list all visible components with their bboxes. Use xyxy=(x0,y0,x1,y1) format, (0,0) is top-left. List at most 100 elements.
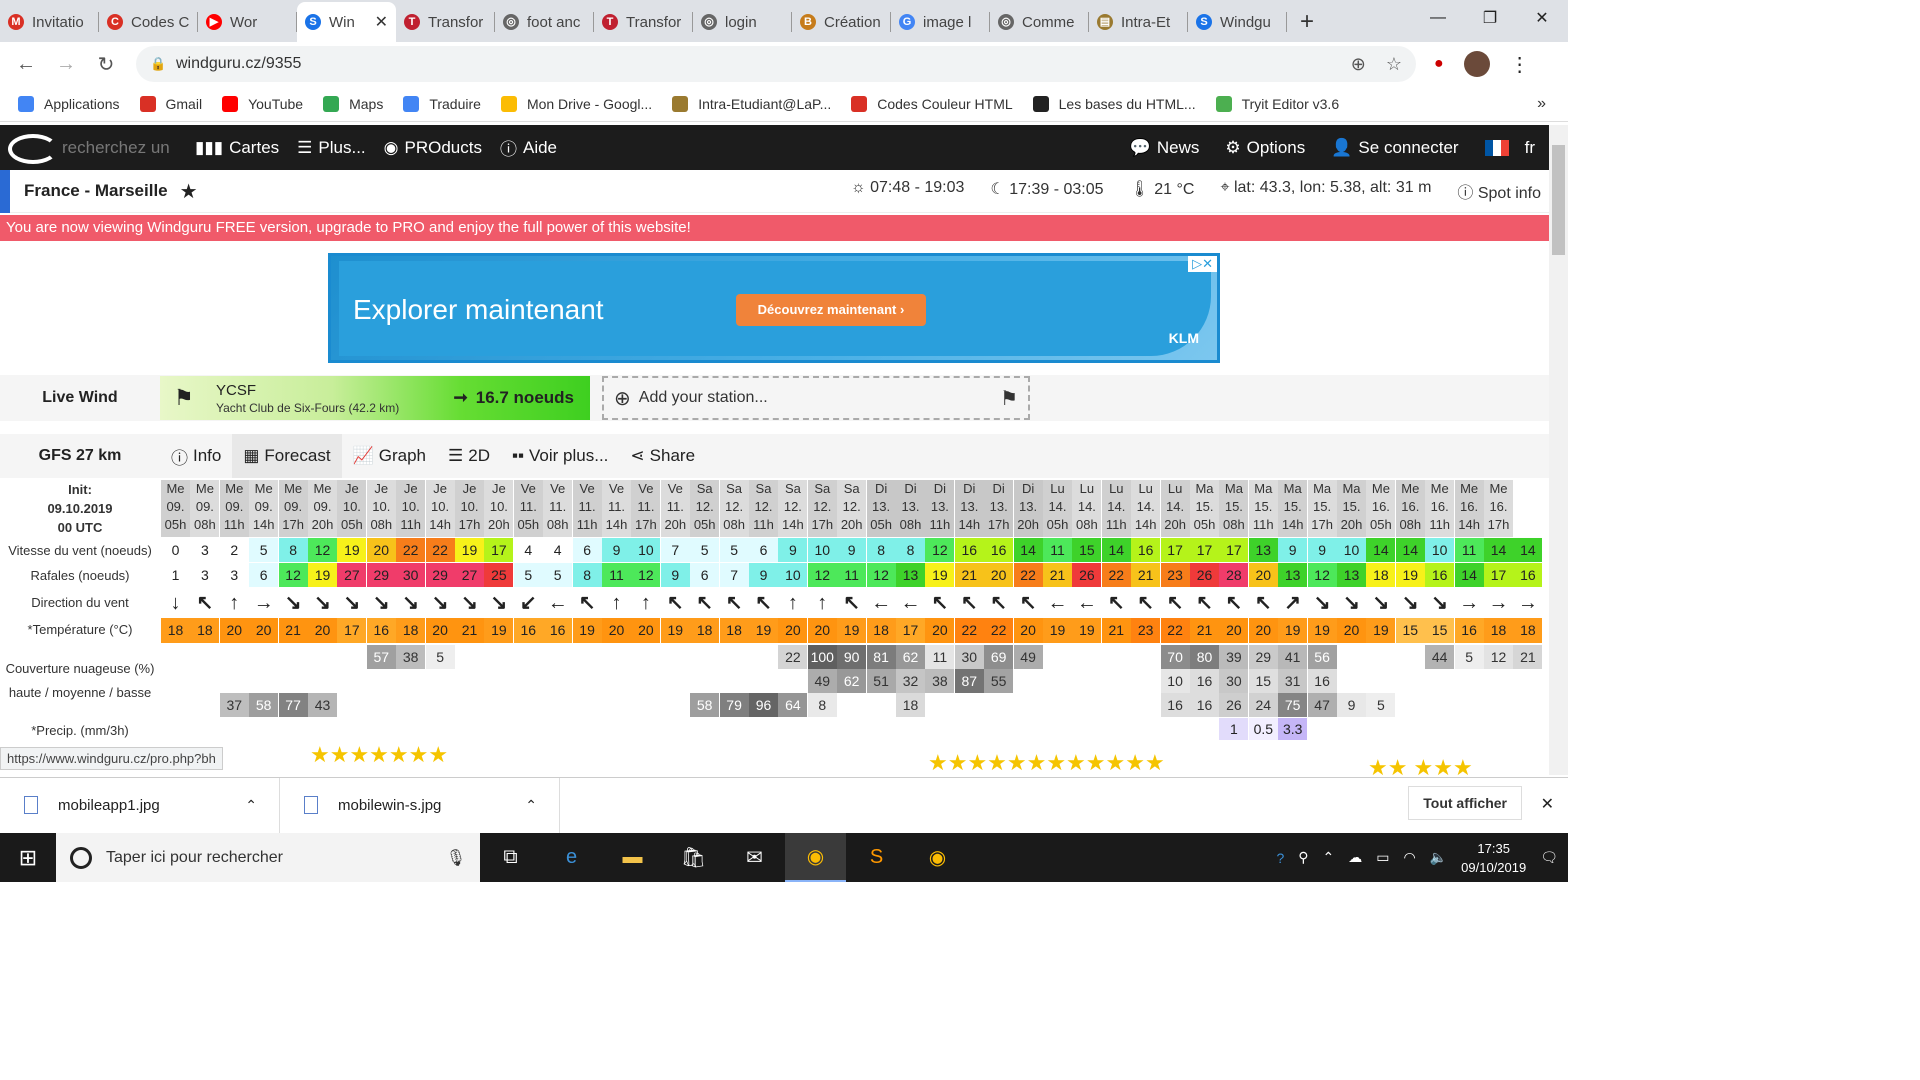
tab-more[interactable]: ▪▪ Voir plus... xyxy=(501,434,619,478)
browser-tab[interactable]: ◎ foot anc xyxy=(495,2,594,42)
store-icon[interactable]: 🛍 xyxy=(663,833,724,882)
precip-cell xyxy=(190,718,219,740)
extension-icon[interactable]: ● xyxy=(1434,55,1444,73)
task-view-icon[interactable]: ⧉ xyxy=(480,833,541,882)
bookmark-item[interactable]: Maps xyxy=(323,95,383,112)
bookmark-item[interactable]: Intra-Etudiant@LaP... xyxy=(672,95,831,112)
wind-gust-cell: 27 xyxy=(337,563,367,587)
tab-info[interactable]: ⓘ Info xyxy=(160,434,232,478)
new-tab-button[interactable]: + xyxy=(1287,2,1327,42)
bookmark-item[interactable]: Mon Drive - Googl... xyxy=(500,95,652,112)
browser-tab[interactable]: C Codes C xyxy=(99,2,198,42)
browser-tab[interactable]: ▶ Wor xyxy=(198,2,297,42)
avatar[interactable] xyxy=(1463,51,1490,77)
clock[interactable]: 17:35 09/10/2019 xyxy=(1461,839,1526,877)
sublime-icon[interactable]: S xyxy=(846,833,907,882)
microphone-icon[interactable]: 🎙 xyxy=(446,848,466,868)
tab-share[interactable]: ⋖ Share xyxy=(619,434,706,478)
cloud-icon[interactable]: ☁ xyxy=(1348,849,1362,866)
favorite-star-icon[interactable]: ★ xyxy=(180,179,198,204)
chrome-icon[interactable]: ◉ xyxy=(785,833,846,882)
bookmark-item[interactable]: YouTube xyxy=(222,95,303,112)
spot-search-input[interactable]: recherchez un xyxy=(62,138,177,158)
add-icon[interactable]: ⊕ xyxy=(1351,54,1366,75)
chevron-up-icon[interactable]: ⌃ xyxy=(245,797,257,814)
live-station-card[interactable]: ⚑ YCSF Yacht Club de Six-Fours (42.2 km)… xyxy=(160,376,590,420)
add-station-button[interactable]: ⊕ Add your station... ⚑ xyxy=(602,376,1030,420)
bookmark-item[interactable]: Traduire xyxy=(403,95,481,112)
wind-speed-cell: 12 xyxy=(925,538,955,562)
bookmark-item[interactable]: Codes Couleur HTML xyxy=(851,95,1013,112)
volume-icon[interactable]: 🔈 xyxy=(1430,849,1447,866)
bookmarks-more-icon[interactable]: » xyxy=(1537,95,1546,113)
ad-cta-button[interactable]: Découvrez maintenant › xyxy=(736,294,926,326)
browser-tab[interactable]: Gimage l xyxy=(891,2,990,42)
chrome-icon[interactable]: ◉ xyxy=(907,833,968,882)
wind-speed-cell: 6 xyxy=(572,538,602,562)
browser-tab[interactable]: S Win ✕ xyxy=(297,2,396,42)
back-icon[interactable]: ← xyxy=(6,53,46,76)
browser-tab[interactable]: S Windgu xyxy=(1188,2,1287,42)
tab-graph[interactable]: 📈 Graph xyxy=(342,434,437,478)
bookmark-item[interactable]: Gmail xyxy=(139,95,202,112)
bookmark-item[interactable]: Tryit Editor v3.6 xyxy=(1215,95,1339,112)
wifi-icon[interactable]: ◠ xyxy=(1403,849,1415,866)
forecast-column-header: Me 09. 05h xyxy=(161,480,190,537)
browser-tab[interactable]: ◎ login xyxy=(693,2,792,42)
windguru-logo[interactable] xyxy=(6,128,60,168)
nav-news[interactable]: 💬 News xyxy=(1130,138,1200,158)
download-item[interactable]: mobileapp1.jpg ⌃ xyxy=(0,777,280,833)
bookmark-item[interactable]: Les bases du HTML... xyxy=(1032,95,1196,112)
ad-banner[interactable]: Explorer maintenant Découvrez maintenant… xyxy=(328,253,1220,363)
show-all-button[interactable]: Tout afficher xyxy=(1408,786,1522,820)
french-flag-icon xyxy=(1484,139,1509,156)
tab-close-icon[interactable]: ✕ xyxy=(375,12,388,32)
notifications-icon[interactable]: 🗨 xyxy=(1540,849,1558,866)
upgrade-banner[interactable]: You are now viewing Windguru FREE versio… xyxy=(0,215,1549,241)
battery-icon[interactable]: ▭ xyxy=(1376,849,1389,866)
tab-2d[interactable]: ☰ 2D xyxy=(437,434,501,478)
browser-tab[interactable]: T Transfor xyxy=(396,2,495,42)
nav-language[interactable]: fr xyxy=(1484,138,1535,158)
browser-tab[interactable]: T Transfor xyxy=(594,2,693,42)
forecast-column-header: Ma 15. 11h xyxy=(1248,480,1278,537)
chevron-up-icon[interactable]: ⌃ xyxy=(1323,849,1335,866)
ad-close-icon[interactable]: ▷✕ xyxy=(1188,256,1217,272)
close-window-button[interactable]: ✕ xyxy=(1516,0,1568,36)
cloud-cover-cell: 9 xyxy=(1337,693,1366,717)
windows-start-icon[interactable]: ⊞ xyxy=(0,845,56,871)
browser-tab[interactable]: ▤ Intra-Et xyxy=(1089,2,1188,42)
nav-maps[interactable]: ▮▮▮ Cartes xyxy=(195,138,279,158)
precip-cell xyxy=(867,718,896,740)
help-icon[interactable]: ? xyxy=(1276,850,1284,866)
nav-products[interactable]: ◉ PROducts xyxy=(384,138,482,158)
nav-options[interactable]: ⚙ Options xyxy=(1225,138,1305,158)
download-item[interactable]: mobilewin-s.jpg ⌃ xyxy=(280,777,560,833)
nav-more[interactable]: ☰ Plus... xyxy=(297,138,366,158)
minimize-button[interactable]: — xyxy=(1412,0,1464,36)
browser-tab[interactable]: B Création xyxy=(792,2,891,42)
taskbar-search[interactable]: Taper ici pour rechercher 🎙 xyxy=(56,833,480,882)
bookmark-item[interactable]: Applications xyxy=(18,95,120,112)
mail-icon[interactable]: ✉ xyxy=(724,833,785,882)
page-scrollbar[interactable] xyxy=(1549,125,1568,775)
people-icon[interactable]: ⚲ xyxy=(1298,849,1308,866)
chevron-up-icon[interactable]: ⌃ xyxy=(525,797,537,814)
url-field[interactable]: 🔒 windguru.cz/9355 ⊕ ☆ xyxy=(136,46,1416,82)
browser-tab[interactable]: ◎ Comme xyxy=(990,2,1089,42)
browser-tab[interactable]: M Invitatio xyxy=(0,2,99,42)
bookmark-star-icon[interactable]: ☆ xyxy=(1386,54,1402,75)
cloud-cover-cell: 37 xyxy=(219,693,249,717)
wind-gust-cell: 26 xyxy=(1072,563,1102,587)
restore-button[interactable]: ❐ xyxy=(1464,0,1516,36)
forward-icon[interactable]: → xyxy=(46,53,86,76)
menu-dots-icon[interactable]: ⋮ xyxy=(1510,52,1530,77)
nav-help[interactable]: ⓘ Aide xyxy=(500,135,557,160)
reload-icon[interactable]: ↻ xyxy=(86,52,126,77)
edge-icon[interactable]: e xyxy=(541,833,602,882)
spot-info-link[interactable]: ⓘ Spot info xyxy=(1457,179,1541,203)
tab-forecast[interactable]: ▦ Forecast xyxy=(232,434,342,478)
nav-login[interactable]: 👤 Se connecter xyxy=(1331,138,1458,158)
close-icon[interactable]: ✕ xyxy=(1541,794,1554,814)
file-explorer-icon[interactable]: ▬ xyxy=(602,833,663,882)
